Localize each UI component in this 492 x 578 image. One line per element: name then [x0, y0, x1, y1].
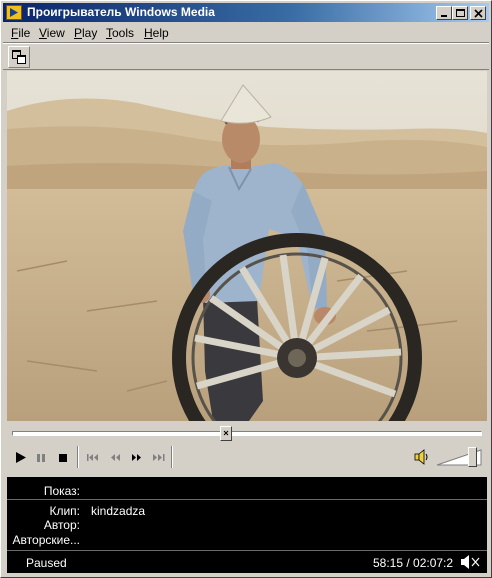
copyright-label: Авторские...: [12, 533, 80, 547]
resize-window-icon: [12, 50, 26, 64]
title-bar[interactable]: Проигрыватель Windows Media: [3, 3, 489, 22]
maximize-button[interactable]: [452, 6, 468, 20]
playback-time: 58:15 / 02:07:2: [373, 556, 454, 570]
clip-label: Клип:: [49, 504, 80, 518]
toolbar-separator: [3, 69, 489, 70]
play-button[interactable]: [12, 448, 32, 466]
info-panel: Показ: Клип: kindzadza Автор: Авторские.…: [7, 477, 487, 573]
transport-separator-2: [171, 446, 173, 468]
rewind-button[interactable]: [106, 448, 126, 466]
playback-state: Paused: [26, 556, 67, 570]
minimize-button[interactable]: [436, 6, 452, 20]
clip-value: kindzadza: [91, 504, 146, 518]
close-button[interactable]: [470, 6, 486, 20]
info-divider: [7, 499, 487, 500]
show-label: Показ:: [43, 484, 80, 498]
status-divider: [7, 550, 487, 551]
author-label: Автор:: [43, 518, 80, 532]
skip-forward-icon: [153, 454, 165, 461]
speaker-icon: [414, 449, 428, 465]
mute-button[interactable]: [413, 448, 431, 466]
fast-forward-button[interactable]: [127, 448, 147, 466]
skip-forward-button[interactable]: [149, 448, 169, 466]
stop-button[interactable]: [54, 448, 74, 466]
menu-help[interactable]: Help: [144, 26, 169, 40]
transport-separator: [77, 446, 79, 468]
audio-indicator-icon: [461, 555, 480, 569]
skip-back-icon: [87, 454, 98, 461]
volume-thumb[interactable]: [468, 447, 478, 467]
play-icon: [16, 452, 26, 463]
menu-bar: File View Play Tools Help: [3, 23, 489, 42]
pause-icon: [37, 454, 45, 462]
windows-media-icon: [6, 5, 22, 20]
menu-separator: [3, 42, 489, 44]
pause-button[interactable]: [32, 448, 52, 466]
media-player-window: Проигрыватель Windows Media File View Pl…: [0, 0, 492, 578]
seek-thumb[interactable]: [219, 426, 232, 441]
video-frame-image: [7, 71, 487, 421]
menu-play[interactable]: Play: [74, 26, 97, 40]
stop-icon: [59, 454, 67, 462]
skip-back-button[interactable]: [83, 448, 103, 466]
rewind-icon: [111, 454, 120, 461]
fast-forward-icon: [132, 454, 141, 461]
menu-view[interactable]: View: [39, 26, 65, 40]
menu-file[interactable]: File: [11, 26, 30, 40]
video-display[interactable]: [7, 71, 487, 421]
menu-tools[interactable]: Tools: [106, 26, 134, 40]
seek-bar[interactable]: [12, 431, 482, 436]
resize-window-button[interactable]: [8, 46, 30, 68]
window-title: Проигрыватель Windows Media: [27, 5, 215, 19]
